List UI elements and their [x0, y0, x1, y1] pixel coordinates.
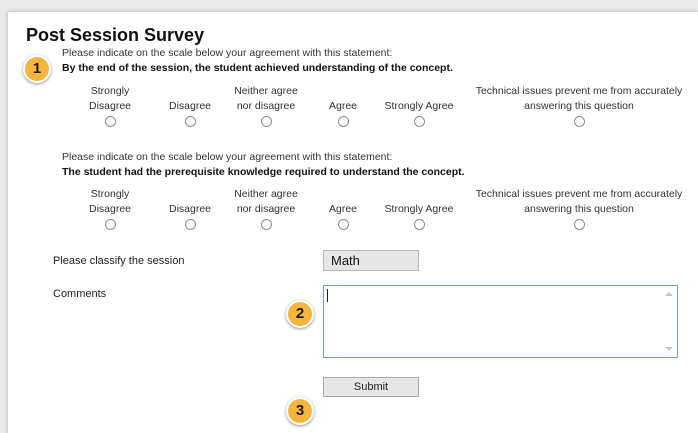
q1-option-technical-issues[interactable]: Technical issues prevent me from accurat… — [466, 84, 692, 127]
question-1-statement: By the end of the session, the student a… — [62, 62, 453, 74]
radio-button[interactable] — [573, 219, 585, 230]
step-marker-3: 3 — [286, 397, 314, 425]
radio-button[interactable] — [413, 219, 425, 230]
q2-option-technical-issues[interactable]: Technical issues prevent me from accurat… — [466, 187, 692, 230]
radio-button[interactable] — [337, 219, 349, 230]
q1-option-disagree[interactable]: Disagree — [160, 84, 220, 127]
comments-scrollbar[interactable] — [661, 286, 677, 357]
text-cursor — [327, 289, 328, 302]
q1-option-strongly-disagree[interactable]: Strongly Disagree — [80, 84, 140, 127]
submit-button[interactable]: Submit — [323, 377, 419, 397]
radio-button[interactable] — [260, 219, 272, 230]
session-type-select[interactable]: Math — [323, 250, 419, 271]
q1-option-neither[interactable]: Neither agree nor disagree — [226, 84, 306, 127]
q2-option-strongly-agree[interactable]: Strongly Agree — [374, 187, 464, 230]
step-marker-2: 2 — [286, 300, 314, 328]
q2-option-strongly-disagree[interactable]: Strongly Disagree — [80, 187, 140, 230]
comments-textarea[interactable] — [323, 285, 678, 358]
question-1-instruction: Please indicate on the scale below your … — [62, 47, 393, 59]
q2-option-disagree[interactable]: Disagree — [160, 187, 220, 230]
question-2-instruction: Please indicate on the scale below your … — [62, 151, 393, 163]
q1-option-strongly-agree[interactable]: Strongly Agree — [374, 84, 464, 127]
radio-button[interactable] — [337, 116, 349, 127]
q2-option-agree[interactable]: Agree — [318, 187, 368, 230]
scroll-down-icon[interactable] — [665, 347, 673, 351]
radio-button[interactable] — [184, 116, 196, 127]
classify-label: Please classify the session — [53, 255, 185, 267]
radio-button[interactable] — [184, 219, 196, 230]
radio-button[interactable] — [104, 116, 116, 127]
question-2-statement: The student had the prerequisite knowled… — [62, 166, 465, 178]
page-title: Post Session Survey — [26, 25, 205, 45]
q2-option-neither[interactable]: Neither agree nor disagree — [226, 187, 306, 230]
step-marker-1: 1 — [23, 55, 51, 83]
radio-button[interactable] — [104, 219, 116, 230]
radio-button[interactable] — [260, 116, 272, 127]
scroll-up-icon[interactable] — [665, 292, 673, 296]
q1-option-agree[interactable]: Agree — [318, 84, 368, 127]
comments-label: Comments — [53, 288, 107, 300]
radio-button[interactable] — [573, 116, 585, 127]
radio-button[interactable] — [413, 116, 425, 127]
